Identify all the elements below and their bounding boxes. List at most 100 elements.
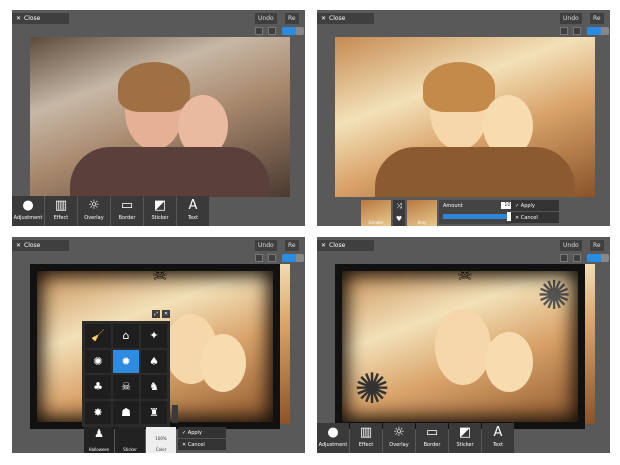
share-icon[interactable]: [573, 254, 581, 262]
cancel-button[interactable]: ✕ Cancel: [178, 439, 226, 451]
share-icon[interactable]: [268, 27, 276, 35]
undo-button[interactable]: Undo: [560, 240, 582, 251]
tool-sticker[interactable]: ◩ Sticker: [449, 423, 481, 453]
main-toolbar: ● Adjustment ▥ Effect ☼ Overlay ▭ Border ◩ St…: [317, 423, 515, 453]
effect-thumb-grinder[interactable]: Grinder: [361, 200, 391, 226]
hair-left: [423, 62, 495, 112]
tool-border[interactable]: ▭ Border: [416, 423, 448, 453]
photo-canvas: [335, 37, 595, 197]
tool-overlay[interactable]: ☼ Overlay: [78, 196, 110, 226]
opacity-color[interactable]: 100% Color: [146, 427, 176, 453]
clothing: [70, 147, 270, 197]
editor-panel-sticker: ✕ Close Undo Re ☠ ⤢ ✕ 🧹 ⌂ ✦ ✺ ✹ ♠ ♣ ☠ ♞ ✸…: [12, 237, 305, 453]
sticker-expand-icon[interactable]: ⤢: [152, 310, 160, 318]
adjustment-icon: ●: [327, 425, 339, 440]
expand-icon[interactable]: [255, 27, 263, 35]
sticker-bats[interactable]: ✦: [141, 324, 167, 348]
bulb-icon: ☼: [393, 425, 405, 440]
sticker-splat[interactable]: ✸: [85, 400, 111, 424]
sticker-grid: 🧹 ⌂ ✦ ✺ ✹ ♠ ♣ ☠ ♞ ✸ ☗ ♜: [82, 321, 170, 427]
sticker-witch[interactable]: 🧹: [85, 324, 111, 348]
tool-sticker[interactable]: ◩ Sticker: [144, 196, 176, 226]
category-sticker[interactable]: Sticker: [115, 427, 145, 453]
amount-control: Amount 100: [439, 200, 521, 224]
shuffle-icon: ⤨: [396, 202, 402, 210]
witch-icon: ♟: [94, 427, 104, 440]
share-icon[interactable]: [268, 254, 276, 262]
sticker-ghost[interactable]: ☗: [113, 400, 139, 424]
cancel-button[interactable]: ✕ Cancel: [511, 212, 559, 224]
sticker-skull[interactable]: ☠: [113, 375, 139, 399]
close-icon: ✕: [321, 15, 327, 22]
apply-button[interactable]: ✓ Apply: [178, 427, 226, 439]
main-toolbar: ● Adjustment ▥ Effect ☼ Overlay ▭ Border ◩ St…: [12, 196, 210, 226]
sticker-close-icon[interactable]: ✕: [162, 310, 170, 318]
sticker-icon: ◩: [458, 425, 472, 440]
close-icon: ✕: [16, 15, 22, 22]
photo-canvas: [30, 37, 290, 197]
sticker-reaper[interactable]: ♠: [141, 349, 167, 373]
editor-panel-final: ✕ Close Undo Re ☠ ✺ ✺ ● Adjustment ▥ Effect…: [317, 237, 610, 453]
editor-panel-effect: ✕ Close Undo Re Grinder ⤨ ♥ Amy Amount 100…: [317, 10, 610, 226]
tool-border[interactable]: ▭ Border: [111, 196, 143, 226]
apply-cancel: ✓ Apply ✕ Cancel: [178, 427, 226, 451]
sticker-cat[interactable]: ♞: [141, 375, 167, 399]
close-button[interactable]: ✕ Close: [317, 13, 374, 24]
sticker-creature[interactable]: ♜: [141, 400, 167, 424]
amount-slider[interactable]: [443, 214, 509, 219]
effect-thumb-amy[interactable]: Amy: [407, 200, 437, 226]
redo-button[interactable]: Re: [285, 240, 299, 251]
shuffle-button[interactable]: ⤨ ♥: [393, 200, 405, 226]
undo-button[interactable]: Undo: [255, 13, 277, 24]
editor-panel-original: ✕ Close Undo Re ● Adjustment ▥ Effect ☼ Over…: [12, 10, 305, 226]
close-button[interactable]: ✕ Close: [317, 240, 374, 251]
bulb-icon: ☼: [88, 198, 100, 213]
apply-cancel: ✓ Apply ✕ Cancel: [511, 200, 559, 224]
undo-button[interactable]: Undo: [560, 13, 582, 24]
compare-toggle[interactable]: [587, 254, 609, 262]
tool-text[interactable]: A Text: [177, 196, 209, 226]
share-icon[interactable]: [573, 27, 581, 35]
sticker-tree[interactable]: ♣: [85, 375, 111, 399]
tool-effect[interactable]: ▥ Effect: [350, 423, 382, 453]
category-halloween[interactable]: ♟ Halloween: [84, 427, 114, 453]
redo-button[interactable]: Re: [285, 13, 299, 24]
effect-thumbnails-2: Amy: [407, 200, 439, 226]
close-button[interactable]: ✕ Close: [12, 240, 69, 251]
sticker-category-bar: ♟ Halloween Sticker 100% Color: [84, 427, 177, 453]
sticker-scroll-button[interactable]: [172, 405, 178, 423]
redo-button[interactable]: Re: [590, 240, 604, 251]
hair-left: [118, 62, 190, 112]
text-icon: A: [188, 198, 198, 213]
expand-icon[interactable]: [255, 254, 263, 262]
redo-button[interactable]: Re: [590, 13, 604, 24]
expand-icon[interactable]: [560, 27, 568, 35]
close-icon: ✕: [321, 242, 327, 249]
tool-adjustment[interactable]: ● Adjustment: [317, 423, 349, 453]
text-icon: A: [493, 425, 503, 440]
close-button[interactable]: ✕ Close: [12, 13, 69, 24]
expand-icon[interactable]: [560, 254, 568, 262]
tool-text[interactable]: A Text: [482, 423, 514, 453]
adjustment-icon: ●: [22, 198, 34, 213]
tool-adjustment[interactable]: ● Adjustment: [12, 196, 44, 226]
border-icon: ▭: [120, 198, 134, 213]
effect-icon: ▥: [54, 198, 68, 213]
compare-toggle[interactable]: [587, 27, 609, 35]
undo-button[interactable]: Undo: [255, 240, 277, 251]
sticker-icon: ◩: [153, 198, 167, 213]
sticker-house[interactable]: ⌂: [113, 324, 139, 348]
compare-toggle[interactable]: [282, 27, 304, 35]
heart-icon: ♥: [395, 215, 403, 223]
clothing: [375, 147, 575, 197]
close-icon: ✕: [16, 242, 22, 249]
compare-toggle[interactable]: [282, 254, 304, 262]
border-frame: [335, 264, 585, 429]
apply-button[interactable]: ✓ Apply: [511, 200, 559, 212]
tool-overlay[interactable]: ☼ Overlay: [383, 423, 415, 453]
border-icon: ▭: [425, 425, 439, 440]
sticker-web[interactable]: ✹: [113, 349, 139, 373]
tool-effect[interactable]: ▥ Effect: [45, 196, 77, 226]
effect-icon: ▥: [359, 425, 373, 440]
sticker-spider[interactable]: ✺: [85, 349, 111, 373]
